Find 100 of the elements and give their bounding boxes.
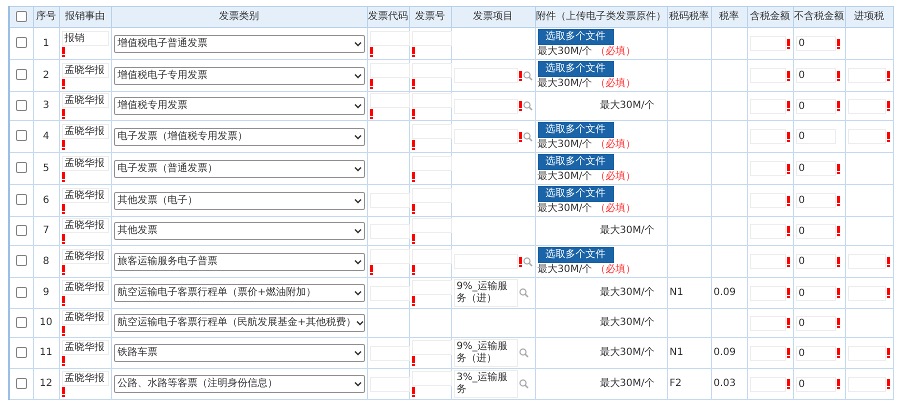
text-field[interactable] [412,371,452,386]
row-checkbox[interactable] [16,69,27,80]
text-field[interactable]: 0 [796,193,836,208]
text-field[interactable] [750,68,786,83]
text-field[interactable] [750,346,786,360]
upload-button[interactable]: 选取多个文件 [538,61,614,77]
text-field[interactable]: 孟晓华报 [62,340,108,355]
text-field[interactable] [370,346,410,360]
text-field[interactable]: 孟晓华报 [62,124,108,138]
text-field[interactable]: 0 [796,98,836,114]
text-field[interactable] [454,254,518,269]
category-select[interactable]: 铁路车票 [114,344,364,362]
text-field[interactable] [412,93,452,108]
text-field[interactable] [454,68,518,83]
row-checkbox[interactable] [16,100,27,111]
text-field[interactable] [848,286,886,300]
text-field[interactable] [750,376,786,392]
text-field[interactable] [750,98,786,114]
text-field[interactable]: 0 [796,68,836,83]
text-field[interactable] [750,193,786,208]
text-field[interactable]: 孟晓华报 [62,62,108,78]
text-field[interactable] [370,248,410,264]
text-field[interactable] [412,30,452,46]
text-field[interactable]: 报销 [62,30,108,46]
row-checkbox[interactable] [16,378,27,389]
text-field[interactable] [412,124,452,138]
upload-button[interactable]: 选取多个文件 [538,29,614,45]
upload-button[interactable]: 选取多个文件 [538,186,614,202]
text-field[interactable]: 9%_运输服务（进） [454,339,518,367]
text-field[interactable]: 0 [796,36,836,51]
text-field[interactable] [370,224,410,238]
category-select[interactable]: 公路、水路等客票（注明身份信息） [114,375,364,393]
row-checkbox[interactable] [16,224,27,236]
text-field[interactable] [750,224,786,238]
text-field[interactable] [454,98,518,114]
text-field[interactable]: 0 [796,254,836,269]
text-field[interactable] [370,286,410,300]
text-field[interactable] [370,193,410,208]
text-field[interactable] [412,280,452,295]
text-field[interactable] [412,218,452,233]
text-field[interactable]: 孟晓华报 [62,188,108,202]
text-field[interactable]: 孟晓华报 [62,93,108,108]
category-select[interactable]: 电子发票（增值税专用发票） [114,128,364,146]
row-checkbox[interactable] [16,286,27,298]
row-checkbox[interactable] [16,346,27,358]
text-field[interactable] [848,254,886,269]
search-icon[interactable] [518,348,528,358]
text-field[interactable]: 孟晓华报 [62,310,108,325]
text-field[interactable]: 0 [796,346,836,360]
text-field[interactable]: 0 [796,376,836,392]
text-field[interactable] [412,156,452,170]
text-field[interactable]: 孟晓华报 [62,218,108,233]
text-field[interactable] [750,286,786,300]
text-field[interactable]: 0 [796,129,836,144]
search-icon[interactable] [522,101,532,111]
row-checkbox[interactable] [16,162,27,174]
text-field[interactable] [750,254,786,269]
category-select[interactable]: 其他发票 [114,222,364,240]
text-field[interactable]: 0 [796,316,836,330]
upload-button[interactable]: 选取多个文件 [538,247,614,263]
text-field[interactable]: 孟晓华报 [62,248,108,264]
text-field[interactable] [412,340,452,355]
category-select[interactable]: 其他发票（电子） [114,192,364,210]
category-select[interactable]: 增值税专用发票 [114,97,364,115]
row-checkbox[interactable] [16,37,27,48]
text-field[interactable] [750,161,786,176]
text-field[interactable] [412,188,452,202]
row-checkbox[interactable] [16,255,27,266]
upload-button[interactable]: 选取多个文件 [538,154,614,170]
row-checkbox[interactable] [16,194,27,206]
text-field[interactable] [750,316,786,330]
text-field[interactable]: 0 [796,161,836,176]
text-field[interactable] [848,346,886,360]
category-select[interactable]: 旅客运输服务电子普票 [114,252,364,270]
category-select[interactable]: 电子发票（普通发票） [114,160,364,178]
text-field[interactable] [412,62,452,78]
search-icon[interactable] [522,70,532,80]
text-field[interactable] [454,129,518,144]
text-field[interactable] [848,376,886,392]
text-field[interactable]: 0 [796,224,836,238]
text-field[interactable]: 孟晓华报 [62,156,108,170]
row-checkbox[interactable] [16,130,27,142]
category-select[interactable]: 航空运输电子客票行程单（民航发展基金+其他税费） [114,314,364,332]
search-icon[interactable] [522,132,532,142]
text-field[interactable] [370,93,410,108]
row-checkbox[interactable] [16,316,27,328]
text-field[interactable] [370,62,410,78]
text-field[interactable] [412,248,452,264]
text-field[interactable] [370,30,410,46]
text-field[interactable] [848,68,886,83]
text-field[interactable] [370,376,410,392]
category-select[interactable]: 航空运输电子客票行程单（票价+燃油附加） [114,284,364,302]
search-icon[interactable] [518,288,528,298]
category-select[interactable]: 增值税电子专用发票 [114,66,364,84]
text-field[interactable] [848,129,886,144]
text-field[interactable]: 3%_运输服务 [454,370,518,398]
text-field[interactable] [750,129,786,144]
category-select[interactable]: 增值税电子普通发票 [114,34,364,52]
text-field[interactable]: 孟晓华报 [62,280,108,295]
search-icon[interactable] [522,256,532,266]
